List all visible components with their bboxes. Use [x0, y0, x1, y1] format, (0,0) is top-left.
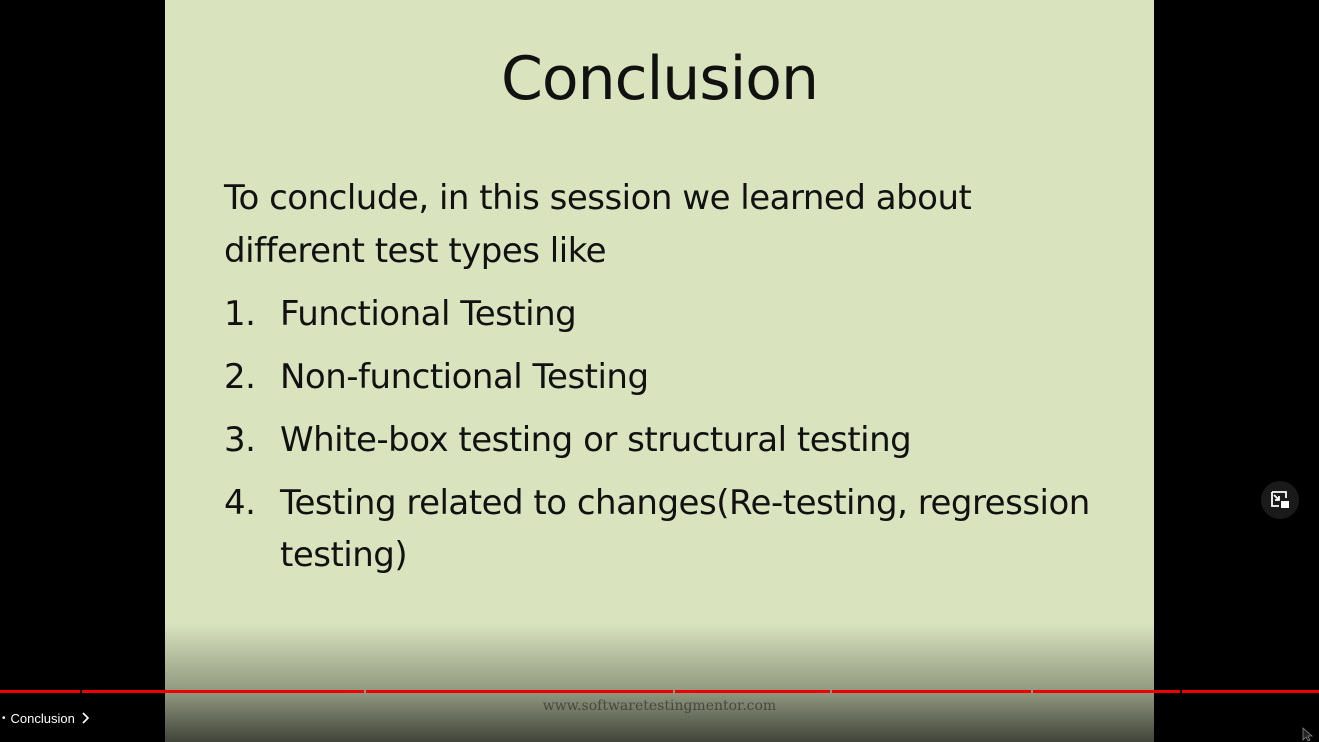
list-item-text: Testing related to changes(Re-testing, r… — [280, 483, 1090, 575]
cursor-arrow-icon — [1302, 727, 1314, 742]
list-item: 1. Functional Testing — [224, 288, 1104, 340]
chevron-right-icon — [82, 712, 89, 724]
chapter-segment[interactable] — [366, 690, 673, 693]
slide-footer-url: www.softwaretestingmentor.com — [542, 698, 777, 714]
presentation-slide: Conclusion To conclude, in this session … — [165, 0, 1154, 742]
chapter-segment[interactable] — [82, 690, 364, 693]
chapter-separator-dot: • — [2, 712, 6, 724]
list-item-number: 4. — [224, 483, 256, 523]
chapter-title: Conclusion — [10, 710, 75, 726]
list-item-text: Non-functional Testing — [280, 357, 649, 397]
progress-bar[interactable] — [0, 690, 1319, 693]
video-player[interactable]: Conclusion To conclude, in this session … — [0, 0, 1319, 742]
chapter-segment[interactable] — [675, 690, 830, 693]
list-item: 4. Testing related to changes(Re-testing… — [224, 477, 1104, 581]
miniplayer-button[interactable] — [1261, 481, 1299, 519]
list-item-text: Functional Testing — [280, 294, 577, 334]
slide-bullet-list: 1. Functional Testing 2. Non-functional … — [224, 288, 1104, 592]
chapter-segment[interactable] — [0, 690, 80, 693]
list-item: 2. Non-functional Testing — [224, 351, 1104, 403]
list-item-number: 2. — [224, 357, 256, 397]
chapter-segment[interactable] — [1182, 690, 1319, 693]
list-item-number: 1. — [224, 294, 256, 334]
slide-intro-text: To conclude, in this session we learned … — [224, 178, 972, 271]
list-item-text: White-box testing or structural testing — [280, 420, 912, 460]
chapter-segment[interactable] — [1033, 690, 1180, 693]
list-item-number: 3. — [224, 420, 256, 460]
chapter-title-button[interactable]: • Conclusion — [2, 709, 90, 727]
slide-title: Conclusion — [501, 44, 819, 114]
miniplayer-icon — [1271, 491, 1289, 508]
list-item: 3. White-box testing or structural testi… — [224, 414, 1104, 466]
chapter-segment[interactable] — [832, 690, 1031, 693]
